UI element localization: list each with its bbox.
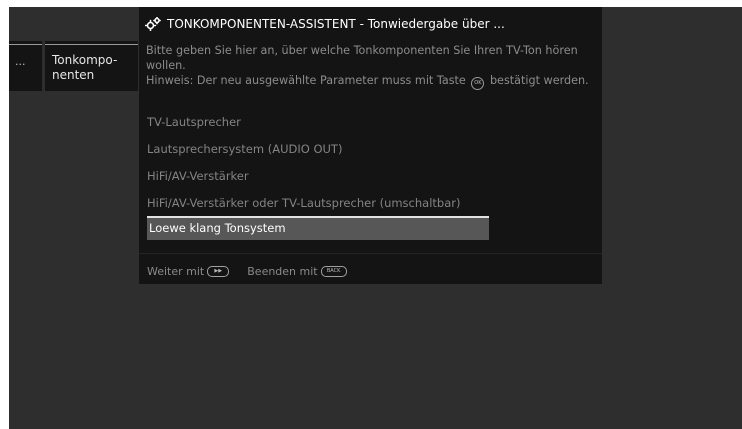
option-hifi-av-or-tv[interactable]: HiFi/AV-Verstärker oder TV-Lautsprecher …	[147, 192, 489, 214]
dialog-title: TONKOMPONENTEN-ASSISTENT - Tonwiedergabe…	[145, 16, 505, 32]
nav-tile-tonkomponenten[interactable]: Tonkompo-nenten	[45, 41, 138, 91]
dialog-footer: Weiter mit ▶▶ Beenden mit BACK	[147, 263, 351, 279]
nav-tile-previous-label: ...	[15, 55, 26, 68]
option-lautsprechersystem[interactable]: Lautsprechersystem (AUDIO OUT)	[147, 138, 489, 160]
sound-assistant-dialog: TONKOMPONENTEN-ASSISTENT - Tonwiedergabe…	[139, 7, 602, 284]
fast-forward-key-icon: ▶▶	[207, 265, 230, 277]
ok-key-icon: OK	[471, 77, 485, 90]
option-tv-lautsprecher[interactable]: TV-Lautsprecher	[147, 111, 489, 133]
tile-divider	[9, 44, 42, 45]
dialog-intro-text: Bitte geben Sie hier an, über welche Ton…	[146, 44, 578, 72]
tile-divider	[45, 44, 138, 45]
dialog-title-text: TONKOMPONENTEN-ASSISTENT - Tonwiedergabe…	[167, 17, 505, 31]
nav-tile-tonkomponenten-label: Tonkompo-nenten	[52, 53, 118, 82]
footer-divider	[139, 253, 602, 254]
footer-exit-label: Beenden mit	[247, 264, 318, 278]
hint-text-before: Hinweis: Der neu ausgewählte Parameter m…	[146, 74, 466, 87]
dialog-hint: Hinweis: Der neu ausgewählte Parameter m…	[146, 73, 598, 90]
option-hifi-av-verstaerker[interactable]: HiFi/AV-Verstärker	[147, 165, 489, 187]
nav-tile-previous[interactable]: ...	[9, 41, 42, 91]
footer-next-label: Weiter mit	[147, 264, 205, 278]
back-key-icon: BACK	[320, 265, 347, 277]
tv-screen: ... Tonkompo-nenten TONKOMPONENTEN-ASSIS…	[9, 7, 742, 429]
hint-text-after: bestätigt werden.	[489, 74, 589, 87]
option-loewe-klang-selected[interactable]: Loewe klang Tonsystem	[147, 216, 489, 240]
gears-icon	[145, 17, 161, 31]
